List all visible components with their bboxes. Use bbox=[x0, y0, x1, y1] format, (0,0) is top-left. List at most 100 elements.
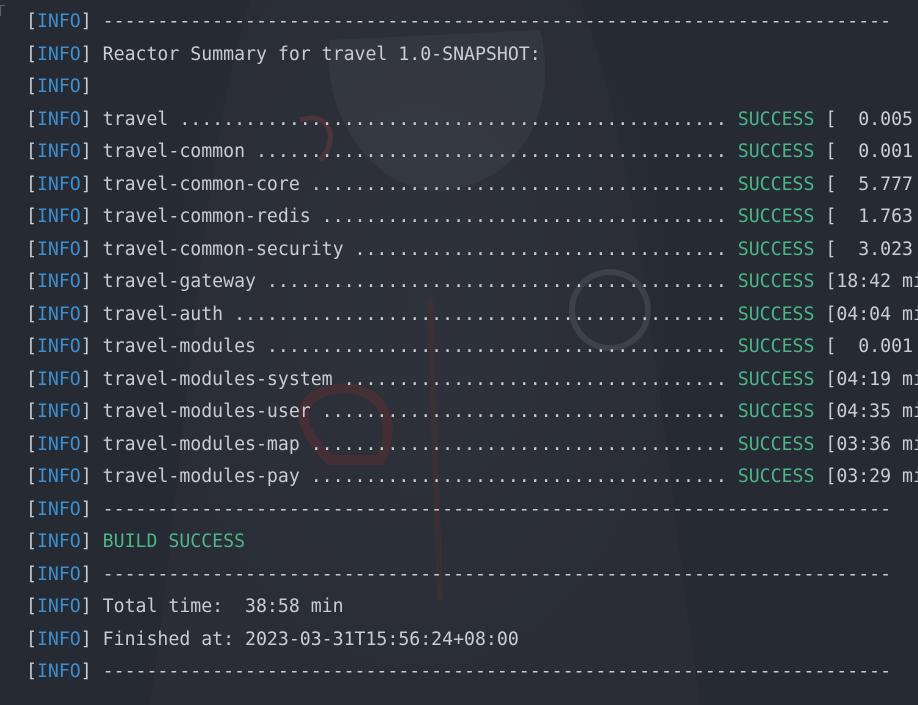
log-separator: ----------------------------------------… bbox=[102, 563, 892, 585]
log-bracket-close: ] bbox=[80, 141, 92, 162]
log-line-module: [INFO] travel-common ...................… bbox=[26, 136, 918, 169]
log-level: INFO bbox=[36, 173, 81, 195]
log-separator: ----------------------------------------… bbox=[102, 661, 892, 682]
module-name: travel-modules-map .....................… bbox=[102, 433, 727, 455]
module-status: SUCCESS bbox=[737, 368, 815, 390]
log-line-total-time: [INFO] Total time: 38:58 min bbox=[26, 591, 918, 624]
log-bracket-close: ] bbox=[80, 661, 92, 682]
log-line-module: [INFO] travel-modules-user .............… bbox=[26, 396, 918, 429]
module-status: SUCCESS bbox=[737, 433, 815, 455]
module-status: SUCCESS bbox=[737, 108, 815, 130]
log-level: INFO bbox=[36, 596, 81, 617]
log-line-module: [INFO] travel-modules-map ..............… bbox=[26, 429, 918, 462]
log-line-module: [INFO] travel-modules-pay ..............… bbox=[26, 461, 918, 494]
module-time: [ 3.023 s] bbox=[825, 238, 913, 260]
log-bracket-close: ] bbox=[80, 108, 92, 130]
log-bracket-open: [ bbox=[26, 563, 37, 585]
log-bracket-open: [ bbox=[26, 108, 37, 130]
log-line-module: [INFO] travel-gateway ..................… bbox=[26, 266, 918, 299]
module-time: [ 5.777 s] bbox=[825, 173, 913, 195]
log-line-module: [INFO] travel ..........................… bbox=[26, 104, 918, 137]
module-time: [04:35 min] bbox=[825, 401, 918, 422]
log-level: INFO bbox=[36, 498, 81, 520]
log-bracket-open: [ bbox=[26, 661, 37, 682]
module-time: [ 1.763 s] bbox=[825, 206, 913, 227]
module-time: [03:36 min] bbox=[825, 433, 918, 455]
log-bracket-close: ] bbox=[80, 531, 92, 552]
log-bracket-open: [ bbox=[26, 498, 37, 520]
log-bracket-close: ] bbox=[80, 173, 92, 195]
log-line-module: [INFO] travel-common-security ..........… bbox=[26, 234, 918, 267]
module-time: [ 0.001 s] bbox=[825, 141, 913, 162]
module-name: travel-modules-user ....................… bbox=[102, 401, 727, 422]
module-status: SUCCESS bbox=[737, 303, 815, 325]
log-level: INFO bbox=[36, 271, 81, 292]
finished-at-text: Finished at: 2023-03-31T15:56:24+08:00 bbox=[102, 628, 519, 650]
total-time-text: Total time: 38:58 min bbox=[102, 596, 344, 617]
module-name: travel-modules .........................… bbox=[102, 336, 727, 357]
module-name: travel .................................… bbox=[102, 108, 727, 130]
log-bracket-close: ] bbox=[80, 563, 92, 585]
log-level: INFO bbox=[36, 108, 81, 130]
log-bracket-open: [ bbox=[26, 141, 37, 162]
log-bracket-close: ] bbox=[80, 336, 92, 357]
log-level: INFO bbox=[36, 206, 81, 227]
module-name: travel-modules-system ..................… bbox=[102, 368, 727, 390]
log-line-build-result: [INFO] BUILD SUCCESS bbox=[26, 526, 918, 559]
module-status: SUCCESS bbox=[737, 336, 815, 357]
module-time: [03:29 min] bbox=[825, 466, 918, 487]
log-bracket-close: ] bbox=[80, 43, 92, 65]
log-level: INFO bbox=[36, 11, 81, 32]
module-name: travel-gateway .........................… bbox=[102, 271, 727, 292]
log-bracket-open: [ bbox=[26, 11, 37, 32]
log-level: INFO bbox=[36, 466, 81, 487]
log-level: INFO bbox=[36, 336, 81, 357]
log-bracket-open: [ bbox=[26, 238, 37, 260]
log-bracket-close: ] bbox=[80, 11, 92, 32]
log-separator: ----------------------------------------… bbox=[102, 11, 892, 32]
log-bracket-close: ] bbox=[80, 238, 92, 260]
log-line-finished-at: [INFO] Finished at: 2023-03-31T15:56:24+… bbox=[26, 624, 918, 657]
log-level: INFO bbox=[36, 531, 81, 552]
module-name: travel-auth ............................… bbox=[102, 303, 727, 325]
module-status: SUCCESS bbox=[737, 173, 815, 195]
log-separator: ----------------------------------------… bbox=[102, 498, 892, 520]
terminal-output[interactable]: [INFO] ---------------------------------… bbox=[0, 0, 918, 705]
log-level: INFO bbox=[36, 401, 81, 422]
module-time: [04:19 min] bbox=[825, 368, 918, 390]
log-level: INFO bbox=[36, 563, 81, 585]
log-bracket-close: ] bbox=[80, 206, 92, 227]
log-bracket-open: [ bbox=[26, 303, 37, 325]
log-bracket-open: [ bbox=[26, 433, 37, 455]
log-bracket-close: ] bbox=[80, 401, 92, 422]
log-bracket-open: [ bbox=[26, 206, 37, 227]
module-status: SUCCESS bbox=[737, 466, 815, 487]
module-name: travel-common-security .................… bbox=[102, 238, 727, 260]
module-name: travel-modules-pay .....................… bbox=[102, 466, 727, 487]
log-bracket-close: ] bbox=[80, 303, 92, 325]
log-lines: [INFO] ---------------------------------… bbox=[26, 6, 918, 689]
log-bracket-close: ] bbox=[80, 368, 92, 390]
build-success-text: BUILD SUCCESS bbox=[102, 531, 246, 552]
log-level: INFO bbox=[36, 43, 81, 65]
log-line-empty: [INFO] bbox=[26, 71, 918, 104]
log-bracket-open: [ bbox=[26, 336, 37, 357]
module-time: [ 0.001 s] bbox=[825, 336, 913, 357]
log-line-module: [INFO] travel-common-core ..............… bbox=[26, 169, 918, 202]
log-bracket-open: [ bbox=[26, 531, 37, 552]
editor-gutter-mark bbox=[0, 5, 5, 16]
log-line-module: [INFO] travel-modules-system ...........… bbox=[26, 364, 918, 397]
module-name: travel-common-redis ....................… bbox=[102, 206, 727, 227]
log-line-separator: [INFO] ---------------------------------… bbox=[26, 6, 918, 39]
log-bracket-open: [ bbox=[26, 368, 37, 390]
log-level: INFO bbox=[36, 76, 81, 97]
log-bracket-close: ] bbox=[80, 628, 92, 650]
log-bracket-open: [ bbox=[26, 628, 37, 650]
log-level: INFO bbox=[36, 141, 81, 162]
log-bracket-close: ] bbox=[80, 76, 92, 97]
log-level: INFO bbox=[36, 303, 81, 325]
log-level: INFO bbox=[36, 628, 81, 650]
log-bracket-close: ] bbox=[80, 596, 92, 617]
log-line-reactor-summary: [INFO] Reactor Summary for travel 1.0-SN… bbox=[26, 39, 918, 72]
module-status: SUCCESS bbox=[737, 238, 815, 260]
